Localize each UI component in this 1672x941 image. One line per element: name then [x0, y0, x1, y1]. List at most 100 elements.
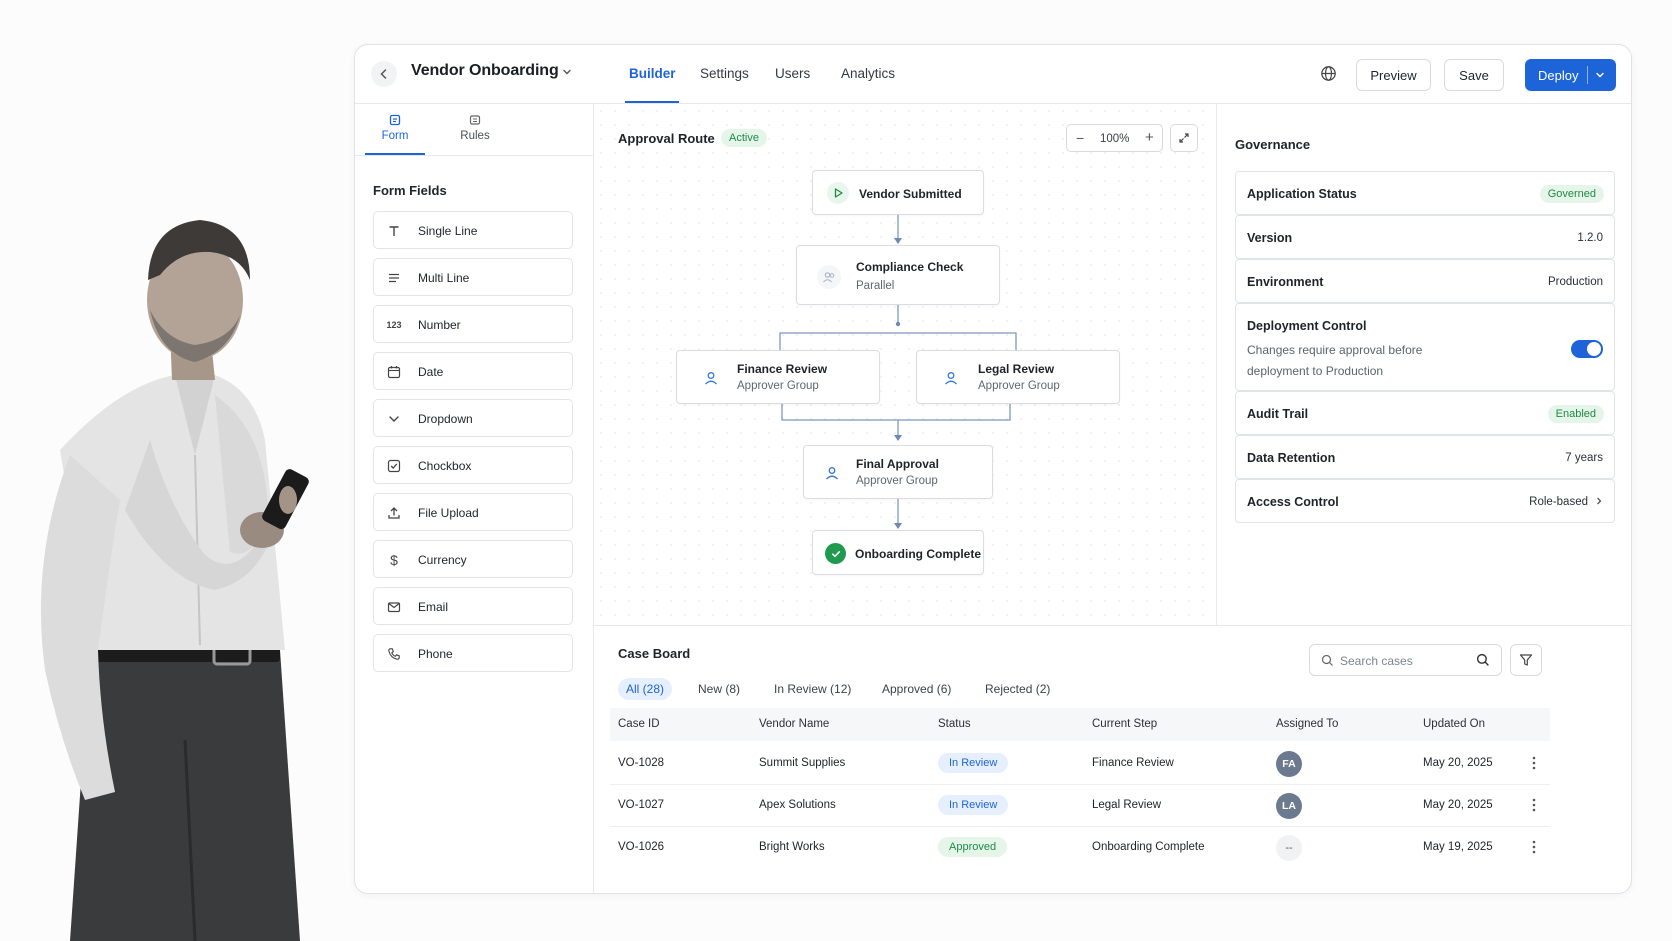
play-icon: [827, 182, 849, 204]
filter-rejected[interactable]: Rejected (2): [977, 678, 1058, 700]
chevron-down-icon[interactable]: [561, 66, 573, 78]
avatar: FA: [1276, 751, 1302, 777]
vendor-name: Apex Solutions: [759, 799, 836, 811]
filter-in-review[interactable]: In Review (12): [766, 678, 859, 700]
vendor-name: Summit Supplies: [759, 757, 846, 769]
field-date[interactable]: Date: [373, 352, 573, 390]
form-fields-title: Form Fields: [373, 183, 447, 198]
filter-all[interactable]: All (28): [618, 678, 673, 700]
field-single-line[interactable]: Single Line: [373, 211, 573, 249]
status-badge: Enabled: [1547, 405, 1604, 423]
more-options-icon[interactable]: [1532, 840, 1536, 854]
field-label: Number: [418, 318, 461, 332]
node-title: Onboarding Complete: [855, 547, 981, 561]
field-label: Currency: [418, 553, 467, 567]
row-value: Production: [1548, 276, 1603, 288]
top-bar: Vendor Onboarding Builder Settings Users…: [355, 45, 1631, 104]
table-header: Case ID Vendor Name Status Current Step …: [610, 708, 1550, 741]
field-label: Dropdown: [418, 412, 473, 426]
globe-icon[interactable]: [1320, 65, 1337, 82]
node-subtitle: Parallel: [856, 280, 895, 292]
rules-icon: [469, 115, 481, 125]
field-multi-line[interactable]: Multi Line: [373, 258, 573, 296]
checkbox-icon: [385, 457, 403, 475]
more-options-icon[interactable]: [1532, 756, 1536, 770]
status-badge: In Review: [938, 753, 1009, 773]
field-currency[interactable]: $ Currency: [373, 540, 573, 578]
node-finance-review[interactable]: Finance Review Approver Group: [676, 350, 880, 404]
user-icon: [820, 461, 844, 485]
case-id: VO-1027: [618, 799, 665, 811]
current-step: Finance Review: [1092, 757, 1174, 769]
row-label: Deployment Control: [1247, 319, 1367, 333]
tab-settings[interactable]: Settings: [700, 66, 749, 81]
row-value: Role-based: [1529, 496, 1588, 508]
form-fields-panel: Form Rules Form Fields Single Line Multi…: [355, 104, 594, 893]
node-legal-review[interactable]: Legal Review Approver Group: [916, 350, 1120, 404]
field-number[interactable]: 123 Number: [373, 305, 573, 343]
mail-icon: [385, 598, 403, 616]
chevron-left-icon: [380, 69, 387, 79]
updated-on: May 19, 2025: [1423, 841, 1493, 853]
current-step: Onboarding Complete: [1092, 841, 1205, 853]
row-access-control[interactable]: Access Control Role-based: [1235, 479, 1615, 523]
back-button[interactable]: [371, 61, 397, 87]
table-row[interactable]: VO-1027 Apex Solutions In Review Legal R…: [610, 785, 1550, 827]
filter-button[interactable]: [1510, 644, 1542, 676]
node-compliance-check[interactable]: Compliance Check Parallel: [796, 245, 1000, 305]
table-row[interactable]: VO-1028 Summit Supplies In Review Financ…: [610, 743, 1550, 785]
field-file-upload[interactable]: File Upload: [373, 493, 573, 531]
row-label: Version: [1247, 231, 1293, 245]
tab-rules[interactable]: Rules: [445, 114, 505, 142]
search-box: [1309, 644, 1502, 676]
field-phone[interactable]: Phone: [373, 634, 573, 672]
tab-analytics[interactable]: Analytics: [841, 66, 895, 81]
case-board: Case Board All (28) New (8) In Review (1…: [594, 625, 1631, 893]
save-button[interactable]: Save: [1444, 59, 1504, 91]
row-version: Version 1.2.0: [1235, 215, 1615, 259]
column-header: Current Step: [1092, 718, 1158, 730]
status-badge: In Review: [938, 795, 1009, 815]
status-badge: Governed: [1539, 185, 1604, 203]
deployment-control-toggle[interactable]: [1571, 340, 1603, 358]
node-title: Legal Review: [978, 362, 1055, 376]
app-title[interactable]: Vendor Onboarding: [411, 62, 559, 80]
chevron-down-icon[interactable]: [1594, 69, 1606, 81]
search-input[interactable]: [1340, 651, 1470, 671]
deploy-button[interactable]: Deploy: [1525, 59, 1616, 91]
field-checkbox[interactable]: Chockbox: [373, 446, 573, 484]
node-title: Vendor Submitted: [859, 187, 962, 201]
more-options-icon[interactable]: [1532, 798, 1536, 812]
field-label: Date: [418, 365, 444, 379]
case-board-title: Case Board: [618, 646, 691, 661]
filter-approved[interactable]: Approved (6): [874, 678, 959, 700]
search-icon[interactable]: [1476, 653, 1490, 667]
user-icon: [939, 366, 963, 390]
field-label: File Upload: [418, 506, 479, 520]
preview-button[interactable]: Preview: [1356, 59, 1431, 91]
lines-icon: [385, 269, 403, 287]
tab-form-label: Form: [381, 130, 409, 142]
dollar-icon: $: [390, 552, 398, 568]
tab-form[interactable]: Form: [365, 114, 425, 142]
approval-route-canvas[interactable]: Approval Route Active − 100% + Vendor Su…: [594, 104, 1217, 625]
field-email[interactable]: Email: [373, 587, 573, 625]
case-id: VO-1028: [618, 757, 665, 769]
search-icon: [1321, 654, 1333, 666]
node-final-approval[interactable]: Final Approval Approver Group: [803, 445, 993, 499]
current-step: Legal Review: [1092, 799, 1162, 811]
column-header: Status: [938, 718, 971, 730]
table-row[interactable]: VO-1026 Bright Works Approved Onboarding…: [610, 827, 1550, 869]
tab-builder[interactable]: Builder: [629, 66, 676, 81]
updated-on: May 20, 2025: [1423, 799, 1493, 811]
node-vendor-submitted[interactable]: Vendor Submitted: [812, 170, 984, 215]
node-onboarding-complete[interactable]: Onboarding Complete: [812, 530, 984, 575]
status-badge: Approved: [938, 837, 1008, 857]
tab-users[interactable]: Users: [775, 66, 810, 81]
filter-new[interactable]: New (8): [690, 678, 748, 700]
node-title: Finance Review: [737, 362, 828, 376]
chevron-down-icon: [385, 410, 403, 428]
row-environment: Environment Production: [1235, 259, 1615, 303]
row-description: Changes require approval before deployme…: [1247, 343, 1423, 378]
field-dropdown[interactable]: Dropdown: [373, 399, 573, 437]
